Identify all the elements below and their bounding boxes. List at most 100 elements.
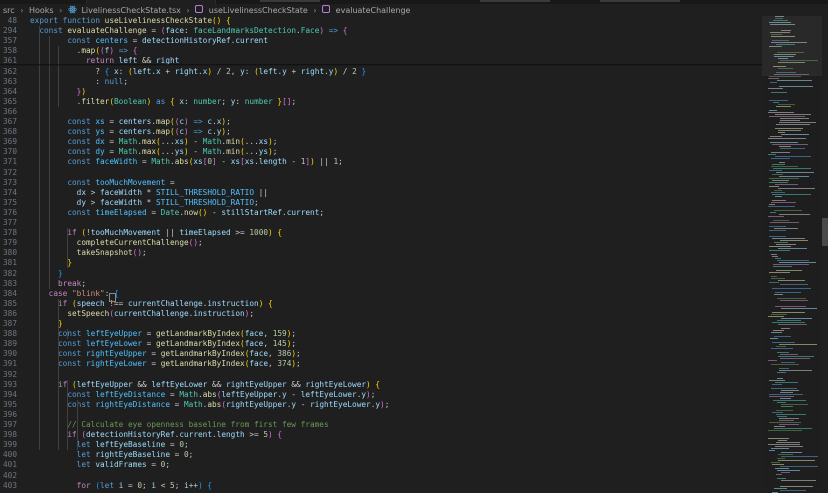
line-number[interactable]: 403: [0, 481, 17, 491]
code-line[interactable]: 382 }: [0, 269, 762, 279]
line-number[interactable]: 368: [0, 127, 17, 137]
code-line[interactable]: 396: [0, 410, 762, 420]
line-number[interactable]: 374: [0, 188, 17, 198]
code-line[interactable]: 372: [0, 168, 762, 178]
code-line[interactable]: 388 const leftEyeUpper = getLandmarkByIn…: [0, 329, 762, 339]
line-number[interactable]: 358: [0, 46, 17, 56]
minimap[interactable]: [762, 16, 822, 493]
line-number[interactable]: 376: [0, 208, 17, 218]
code-line[interactable]: 403 for (let i = 0; i < 5; i++) {: [0, 481, 762, 491]
line-number[interactable]: 386: [0, 309, 17, 319]
line-number[interactable]: 382: [0, 269, 17, 279]
tab-edge[interactable]: [600, 0, 680, 2]
line-number[interactable]: 396: [0, 410, 17, 420]
line-number[interactable]: 372: [0, 168, 17, 178]
line-number[interactable]: 402: [0, 471, 17, 481]
tab-edge[interactable]: [480, 0, 550, 2]
line-number[interactable]: 380: [0, 248, 17, 258]
code-line[interactable]: 366: [0, 107, 762, 117]
line-number[interactable]: 378: [0, 228, 17, 238]
line-number[interactable]: 389: [0, 339, 17, 349]
line-number[interactable]: 373: [0, 178, 17, 188]
code-line[interactable]: 373 const tooMuchMovement =: [0, 178, 762, 188]
code-line[interactable]: 357 const centers = detectionHistoryRef.…: [0, 36, 762, 46]
line-number[interactable]: 294: [0, 26, 17, 36]
line-number[interactable]: 385: [0, 299, 17, 309]
breadcrumb-item-hooks[interactable]: Hooks: [29, 6, 54, 15]
line-number[interactable]: 366: [0, 107, 17, 117]
code-line[interactable]: 381 }: [0, 258, 762, 268]
code-line[interactable]: 48 export function useLivelinessCheckStat…: [0, 16, 762, 26]
code-line[interactable]: 367 const xs = centers.map((c) => c.x);: [0, 117, 762, 127]
code-line[interactable]: 391 const rightEyeLower = getLandmarkByI…: [0, 359, 762, 369]
line-number[interactable]: 362: [0, 67, 17, 77]
breadcrumb-item-src[interactable]: src: [3, 6, 15, 15]
line-number[interactable]: 365: [0, 97, 17, 107]
code-line[interactable]: 364 }): [0, 87, 762, 97]
code-line[interactable]: 400 let rightEyeBaseline = 0;: [0, 450, 762, 460]
line-number[interactable]: 384: [0, 289, 17, 299]
line-number[interactable]: 379: [0, 238, 17, 248]
line-number[interactable]: 370: [0, 147, 17, 157]
code-line[interactable]: 389 const leftEyeLower = getLandmarkByIn…: [0, 339, 762, 349]
code-line[interactable]: 363 : null;: [0, 77, 762, 87]
line-number[interactable]: 381: [0, 258, 17, 268]
tab-edge[interactable]: [260, 0, 320, 2]
code-line[interactable]: 378 if (!tooMuchMovement || timeElapsed …: [0, 228, 762, 238]
code-line[interactable]: 380 takeSnapshot();: [0, 248, 762, 258]
line-number[interactable]: 371: [0, 157, 17, 167]
line-number[interactable]: 399: [0, 440, 17, 450]
code-line[interactable]: 375 dy > faceWidth * STILL_THRESHOLD_RAT…: [0, 198, 762, 208]
line-number[interactable]: 388: [0, 329, 17, 339]
code-line[interactable]: 376 const timeElapsed = Date.now() - sti…: [0, 208, 762, 218]
code-line[interactable]: 398 if (detectionHistoryRef.current.leng…: [0, 430, 762, 440]
line-number[interactable]: 401: [0, 460, 17, 470]
line-number[interactable]: 375: [0, 198, 17, 208]
code-line[interactable]: 365 .filter(Boolean) as { x: number; y: …: [0, 97, 762, 107]
code-line[interactable]: 401 let validFrames = 0;: [0, 460, 762, 470]
line-number[interactable]: 391: [0, 359, 17, 369]
line-number[interactable]: 383: [0, 279, 17, 289]
breadcrumb-item-symbol[interactable]: evaluateChallenge: [336, 6, 411, 15]
code-line[interactable]: 399 let leftEyeBaseline = 0;: [0, 440, 762, 450]
code-line[interactable]: 390 const rightEyeUpper = getLandmarkByI…: [0, 349, 762, 359]
line-number[interactable]: 397: [0, 420, 17, 430]
code-line[interactable]: 383 break;: [0, 279, 762, 289]
code-editor[interactable]: 48 export function useLivelinessCheckStat…: [0, 16, 762, 493]
code-line[interactable]: 386 setSpeech(currentChallenge.instructi…: [0, 309, 762, 319]
code-line[interactable]: 379 completeCurrentChallenge();: [0, 238, 762, 248]
breadcrumb-item-file[interactable]: LivelinessCheckState.tsx: [81, 6, 180, 15]
line-number[interactable]: 393: [0, 380, 17, 390]
code-line[interactable]: 394 const leftEyeDistance = Math.abs(lef…: [0, 390, 762, 400]
code-line[interactable]: 397 // Calculate eye openness baseline f…: [0, 420, 762, 430]
code-line[interactable]: 374 dx > faceWidth * STILL_THRESHOLD_RAT…: [0, 188, 762, 198]
line-number[interactable]: 377: [0, 218, 17, 228]
code-line[interactable]: 393 if (leftEyeUpper && leftEyeLower && …: [0, 380, 762, 390]
code-line[interactable]: 402: [0, 471, 762, 481]
line-number[interactable]: 394: [0, 390, 17, 400]
line-number[interactable]: 367: [0, 117, 17, 127]
code-line[interactable]: 358 .map((f) => {: [0, 46, 762, 56]
line-number[interactable]: 369: [0, 137, 17, 147]
code-line[interactable]: 362 ? { x: (left.x + right.x) / 2, y: (l…: [0, 67, 762, 77]
line-number[interactable]: 364: [0, 87, 17, 97]
line-number[interactable]: 48: [0, 16, 17, 26]
code-line[interactable]: 368 const ys = centers.map((c) => c.y);: [0, 127, 762, 137]
line-number[interactable]: 400: [0, 450, 17, 460]
line-number[interactable]: 398: [0, 430, 17, 440]
code-line[interactable]: 377: [0, 218, 762, 228]
code-line[interactable]: 392: [0, 370, 762, 380]
code-line[interactable]: 371 const faceWidth = Math.abs(xs[0] - x…: [0, 157, 762, 167]
line-number[interactable]: 390: [0, 349, 17, 359]
line-number[interactable]: 392: [0, 370, 17, 380]
line-number[interactable]: 387: [0, 319, 17, 329]
line-number[interactable]: 357: [0, 36, 17, 46]
breadcrumb-item-function[interactable]: useLivelinessCheckState: [209, 6, 308, 15]
vertical-scrollbar[interactable]: [822, 16, 828, 493]
code-line[interactable]: 395 const rightEyeDistance = Math.abs(ri…: [0, 400, 762, 410]
code-line[interactable]: 294 const evaluateChallenge = (face: fac…: [0, 26, 762, 36]
scrollbar-thumb[interactable]: [822, 218, 828, 246]
code-line[interactable]: 369 const dx = Math.max(...xs) - Math.mi…: [0, 137, 762, 147]
line-number[interactable]: 363: [0, 77, 17, 87]
line-number[interactable]: 395: [0, 400, 17, 410]
